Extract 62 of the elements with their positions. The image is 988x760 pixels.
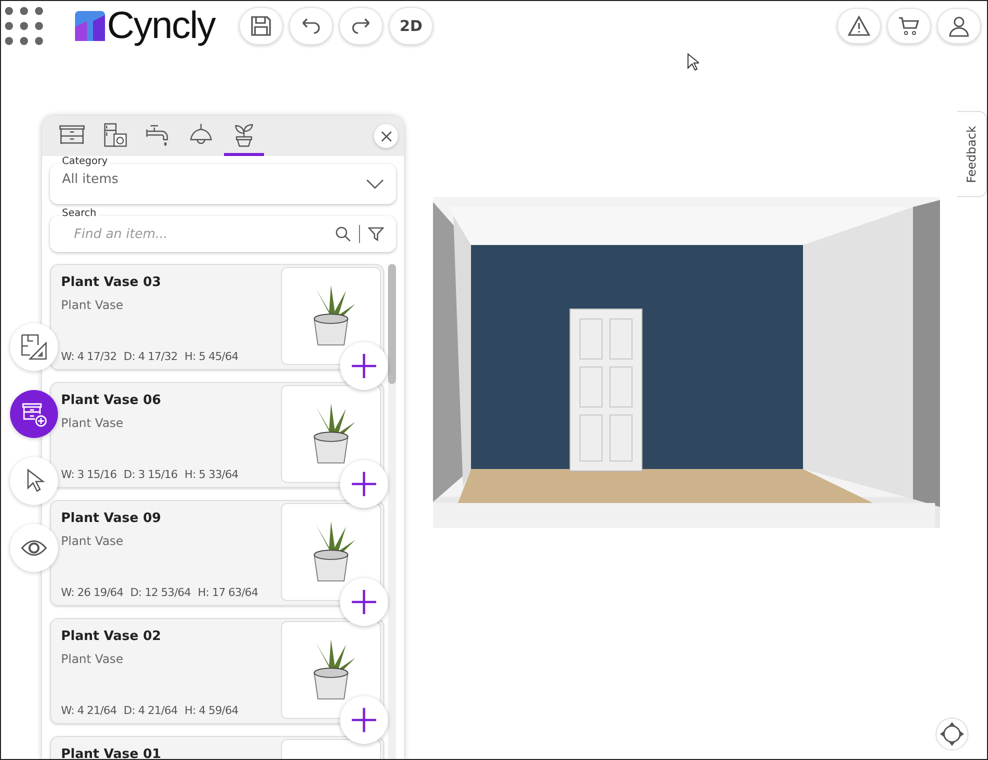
user-icon bbox=[947, 14, 971, 38]
item-name: Plant Vase 06 bbox=[61, 393, 162, 408]
category-value: All items bbox=[62, 172, 120, 186]
navigation-icon[interactable] bbox=[935, 717, 969, 751]
view-tool-button[interactable] bbox=[10, 524, 58, 572]
dimension-text: D: 3 15/16 bbox=[124, 468, 178, 481]
dimension-text: W: 4 21/64 bbox=[61, 704, 117, 717]
floor-plan-icon bbox=[20, 333, 48, 361]
dimension-text: H: 5 33/64 bbox=[184, 468, 238, 481]
apps-grid-icon[interactable] bbox=[5, 7, 43, 45]
category-label: Category bbox=[60, 156, 110, 167]
dimension-text: H: 17 63/64 bbox=[198, 586, 258, 599]
item-name: Plant Vase 01 bbox=[61, 747, 162, 759]
item-card[interactable]: Plant Vase 01 bbox=[50, 736, 384, 759]
item-name: Plant Vase 03 bbox=[61, 275, 162, 290]
save-icon bbox=[249, 14, 274, 38]
chevron-down-icon bbox=[366, 179, 384, 189]
dimension-text: D: 12 53/64 bbox=[130, 586, 191, 599]
cart-button[interactable] bbox=[887, 8, 931, 44]
plus-icon bbox=[350, 352, 378, 380]
close-icon bbox=[380, 130, 392, 142]
item-type: Plant Vase bbox=[61, 298, 124, 312]
redo-button[interactable] bbox=[339, 7, 384, 45]
dimension-text: H: 4 59/64 bbox=[184, 704, 238, 717]
dimension-text: W: 3 15/16 bbox=[61, 468, 117, 481]
item-name: Plant Vase 09 bbox=[61, 511, 162, 526]
add-tool-button[interactable] bbox=[10, 390, 58, 438]
close-button[interactable] bbox=[374, 124, 398, 148]
search-label: Search bbox=[60, 208, 98, 219]
pointer-tool-button[interactable] bbox=[10, 457, 58, 505]
logo-text: Cyncly bbox=[107, 4, 216, 48]
mouse-cursor-icon bbox=[687, 53, 699, 71]
filter-icon[interactable] bbox=[368, 226, 384, 242]
plus-icon bbox=[350, 588, 378, 616]
item-type: Plant Vase bbox=[61, 416, 124, 430]
dimension-text: W: 26 19/64 bbox=[61, 586, 124, 599]
item-card[interactable]: Plant Vase 09 Plant Vase W: 26 19/64 D: 12 53/64 H: 17 63/64 bbox=[50, 500, 384, 606]
undo-button[interactable] bbox=[289, 7, 334, 45]
item-type: Plant Vase bbox=[61, 652, 124, 666]
dimension-text: D: 4 17/32 bbox=[124, 350, 178, 363]
dimension-text: W: 4 17/32 bbox=[61, 350, 117, 363]
dimension-text: D: 4 21/64 bbox=[124, 704, 178, 717]
item-name: Plant Vase 02 bbox=[61, 629, 162, 644]
plus-icon bbox=[350, 706, 378, 734]
search-icon bbox=[335, 226, 351, 242]
item-type: Plant Vase bbox=[61, 534, 124, 548]
dimension-text: H: 5 45/64 bbox=[184, 350, 238, 363]
save-button[interactable] bbox=[239, 7, 284, 45]
user-button[interactable] bbox=[937, 8, 981, 44]
item-card[interactable]: Plant Vase 02 Plant Vase W: 4 21/64 D: 4 21/64 H: 4 59/64 bbox=[50, 618, 384, 724]
plus-icon bbox=[350, 470, 378, 498]
warning-icon bbox=[847, 14, 871, 38]
feedback-tab[interactable]: Feedback bbox=[957, 111, 987, 197]
scrollbar[interactable] bbox=[388, 264, 396, 759]
plan-tool-button[interactable] bbox=[10, 323, 58, 371]
warning-button[interactable] bbox=[837, 8, 881, 44]
view-mode-button[interactable]: 2D bbox=[389, 7, 434, 45]
item-card[interactable]: Plant Vase 03 Plant Vase W: 4 17/32 D: 4 17/32 H: 5 45/64 bbox=[50, 264, 384, 370]
appliance-icon bbox=[101, 122, 129, 148]
logo-icon bbox=[75, 11, 105, 41]
item-card[interactable]: Plant Vase 06 Plant Vase W: 3 15/16 D: 3 15/16 H: 5 33/64 bbox=[50, 382, 384, 488]
cart-icon bbox=[897, 14, 921, 38]
